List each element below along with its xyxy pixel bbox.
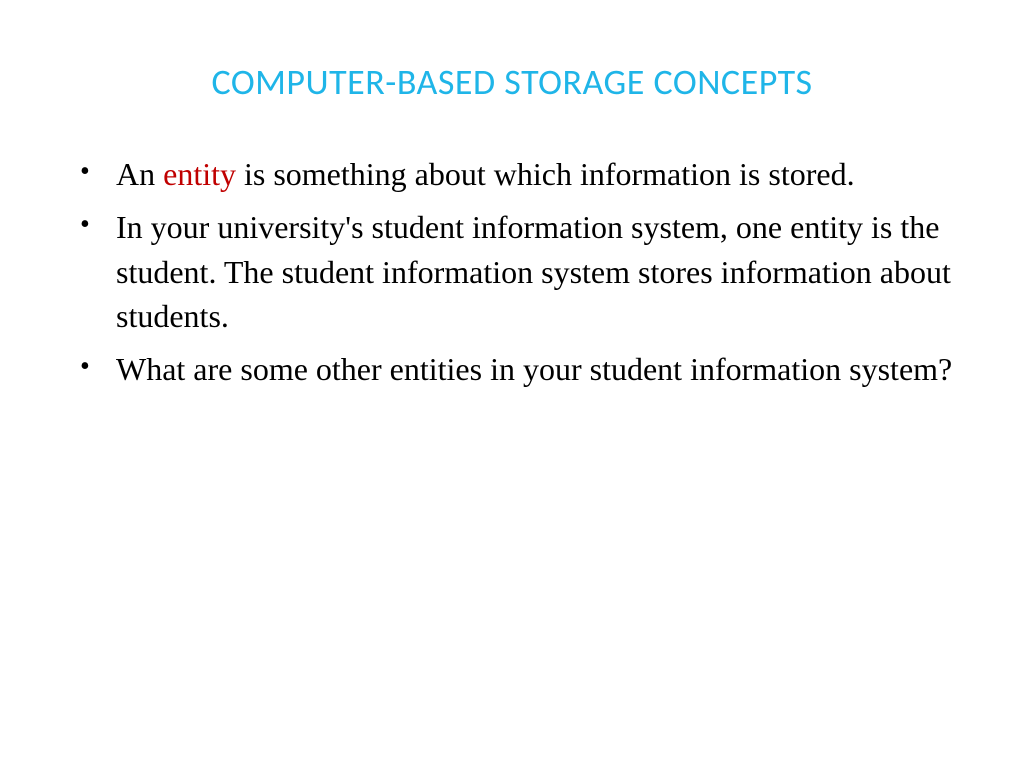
bullet-list: An entity is something about which infor… <box>60 152 964 392</box>
bullet-1-text-post: is something about which information is … <box>236 156 855 192</box>
bullet-3-text: What are some other entities in your stu… <box>116 351 952 387</box>
bullet-item-2: In your university's student information… <box>80 205 964 339</box>
slide-title: COMPUTER-BASED STORAGE CONCEPTS <box>60 60 964 104</box>
bullet-item-1: An entity is something about which infor… <box>80 152 964 197</box>
bullet-1-highlight: entity <box>163 156 236 192</box>
bullet-item-3: What are some other entities in your stu… <box>80 347 964 392</box>
bullet-2-text: In your university's student information… <box>116 209 951 335</box>
bullet-1-text-pre: An <box>116 156 163 192</box>
